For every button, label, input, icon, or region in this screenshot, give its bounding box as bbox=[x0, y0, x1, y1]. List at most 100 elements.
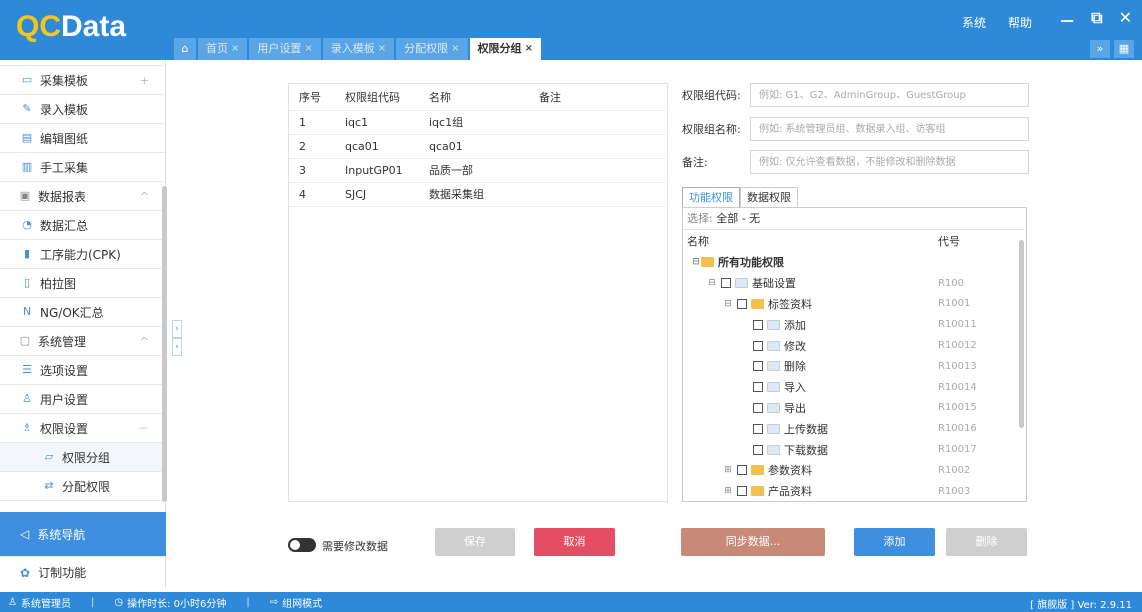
tree-node[interactable]: 导出 R10015 bbox=[683, 398, 1026, 419]
tab-close-icon[interactable]: × bbox=[231, 38, 239, 60]
tree-node-code: R1001 bbox=[938, 298, 971, 310]
permission-tree: ⊟ 所有功能权限 ⊟ 基础设置 R100 ⊟ 标签资料 R1001 添加 R10011 修改 R100… bbox=[683, 252, 1026, 501]
sidebar-item-cpk[interactable]: ▮ 工序能力(CPK) bbox=[0, 240, 165, 269]
tab-permission-group[interactable]: 权限分组 × bbox=[469, 38, 541, 60]
system-nav-button[interactable]: ◁ 系统导航 bbox=[0, 512, 166, 556]
tree-node[interactable]: 修改 R10012 bbox=[683, 335, 1026, 356]
sidebar-group-system[interactable]: ▢ 系统管理 ^ bbox=[0, 327, 165, 356]
users-icon: ♗ bbox=[22, 421, 32, 434]
sidebar-item-pareto[interactable]: ▯ 柏拉图 bbox=[0, 269, 165, 298]
select-none-link[interactable]: - 无 bbox=[742, 212, 760, 225]
file-icon bbox=[767, 382, 780, 393]
tree-node[interactable]: 导入 R10014 bbox=[683, 377, 1026, 398]
expand-icon[interactable]: ⊞ bbox=[723, 486, 733, 496]
tree-checkbox[interactable] bbox=[753, 361, 763, 372]
save-button[interactable]: 保存 bbox=[435, 528, 515, 556]
sidebar-group-reports[interactable]: ▣ 数据报表 ^ bbox=[0, 182, 165, 211]
tab-data-permission[interactable]: 数据权限 bbox=[740, 187, 798, 207]
chevron-down-icon[interactable]: » bbox=[1090, 40, 1110, 58]
tree-node[interactable]: ⊟ 标签资料 R1001 bbox=[683, 294, 1026, 315]
sidebar-scrollbar[interactable] bbox=[162, 186, 167, 502]
tree-node[interactable]: 删除 R10013 bbox=[683, 356, 1026, 377]
tree-node-label: 上传数据 bbox=[784, 422, 828, 436]
tree-node-label: 修改 bbox=[784, 339, 806, 353]
group-code-input[interactable] bbox=[750, 83, 1029, 107]
group-name-input[interactable] bbox=[750, 117, 1029, 141]
col-code[interactable]: 权限组代码 bbox=[335, 84, 419, 111]
tree-node[interactable]: 下载数据 R10017 bbox=[683, 439, 1026, 460]
need-modify-toggle[interactable] bbox=[288, 538, 316, 552]
file-icon bbox=[767, 340, 780, 351]
restore-icon[interactable]: ⧉ bbox=[1091, 8, 1102, 32]
tree-checkbox[interactable] bbox=[721, 278, 731, 289]
home-tab[interactable]: ⌂ bbox=[174, 38, 196, 60]
sidebar-item-collect-template[interactable]: ▭ 采集模板 + bbox=[0, 66, 165, 95]
minimize-icon[interactable]: － bbox=[1059, 8, 1075, 32]
file-icon bbox=[767, 319, 780, 330]
sidebar-item-permission-settings[interactable]: ♗ 权限设置－ bbox=[0, 414, 165, 443]
close-icon[interactable]: ✕ bbox=[1119, 8, 1132, 32]
sidebar-item-assign-permission[interactable]: ⇄ 分配权限 bbox=[0, 472, 165, 501]
sidebar-item-ng-ok-summary[interactable]: N NG/OK汇总 bbox=[0, 298, 165, 327]
sidebar-item-edit-drawing[interactable]: ▤ 编辑图纸 bbox=[0, 124, 165, 153]
note-input[interactable] bbox=[750, 150, 1029, 174]
group-icon: ▱ bbox=[44, 450, 54, 463]
tree-node[interactable]: 上传数据 R10016 bbox=[683, 418, 1026, 439]
collapse-sidebar-icon[interactable]: ‹ bbox=[172, 338, 182, 356]
tree-checkbox[interactable] bbox=[753, 423, 763, 434]
tab-close-icon[interactable]: × bbox=[378, 38, 386, 60]
tree-node[interactable]: ⊞ 参数资料 R1002 bbox=[683, 460, 1026, 481]
tree-checkbox[interactable] bbox=[753, 340, 763, 351]
tree-node[interactable]: 添加 R10011 bbox=[683, 314, 1026, 335]
tab-home[interactable]: 首页 × bbox=[198, 38, 248, 60]
tab-close-icon[interactable]: × bbox=[304, 38, 312, 60]
tree-scrollbar[interactable] bbox=[1019, 240, 1024, 428]
tree-node-code: R10014 bbox=[938, 381, 977, 393]
delete-button[interactable]: 删除 bbox=[946, 528, 1027, 556]
tab-assign-permission[interactable]: 分配权限 × bbox=[396, 38, 468, 60]
tree-checkbox[interactable] bbox=[737, 298, 747, 309]
menu-help[interactable]: 帮助 bbox=[1008, 14, 1032, 31]
sidebar-item-manual-collect[interactable]: ▥ 手工采集 bbox=[0, 153, 165, 182]
tree-node[interactable]: ⊟ 基础设置 R100 bbox=[683, 273, 1026, 294]
tab-user-settings[interactable]: 用户设置 × bbox=[249, 38, 321, 60]
expand-icon[interactable]: ⊞ bbox=[723, 465, 733, 475]
tab-function-permission[interactable]: 功能权限 bbox=[682, 187, 740, 207]
tree-checkbox[interactable] bbox=[737, 465, 747, 476]
tree-checkbox[interactable] bbox=[753, 319, 763, 330]
tree-node[interactable]: ⊟ 所有功能权限 bbox=[683, 252, 1026, 273]
collapse-icon[interactable]: ⊟ bbox=[691, 257, 701, 267]
manual-icon: ▥ bbox=[21, 160, 33, 173]
tree-checkbox[interactable] bbox=[753, 444, 763, 455]
tab-input-template[interactable]: 录入模板 × bbox=[322, 38, 395, 60]
table-row[interactable]: 2 qca01 qca01 bbox=[289, 134, 667, 159]
tab-close-icon[interactable]: × bbox=[525, 38, 533, 60]
sidebar-item-options[interactable]: ☰ 选项设置 bbox=[0, 356, 165, 385]
tab-close-icon[interactable]: × bbox=[451, 38, 459, 60]
table-row[interactable]: 1 iqc1 iqc1组 bbox=[289, 110, 667, 135]
sidebar-item-data-summary[interactable]: ◔ 数据汇总 bbox=[0, 211, 165, 240]
grid-icon[interactable]: ▦ bbox=[1114, 40, 1134, 58]
collapse-icon[interactable]: ⊟ bbox=[707, 278, 717, 288]
tree-checkbox[interactable] bbox=[753, 382, 763, 393]
tree-node[interactable]: ⊞ 产品资料 R1003 bbox=[683, 481, 1026, 501]
table-row[interactable]: 4 SJCJ 数据采集组 bbox=[289, 182, 667, 207]
col-index[interactable]: 序号 bbox=[289, 84, 335, 111]
select-all-link[interactable]: 全部 bbox=[716, 212, 738, 225]
collapse-icon[interactable]: ⊟ bbox=[723, 299, 733, 309]
cancel-button[interactable]: 取消 bbox=[534, 528, 615, 556]
sidebar-item-input-template[interactable]: ✎ 录入模板 bbox=[0, 95, 165, 124]
col-name[interactable]: 名称 bbox=[419, 84, 529, 111]
add-button[interactable]: 添加 bbox=[854, 528, 935, 556]
sidebar-item-user-settings[interactable]: ♙ 用户设置 bbox=[0, 385, 165, 414]
col-note[interactable]: 备注 bbox=[529, 84, 667, 111]
tree-checkbox[interactable] bbox=[753, 402, 763, 413]
tree-checkbox[interactable] bbox=[737, 486, 747, 497]
table-row[interactable]: 3 InputGP01 品质一部 bbox=[289, 158, 667, 183]
expand-sidebar-icon[interactable]: › bbox=[172, 320, 182, 338]
custom-function-button[interactable]: ✿ 订制功能 bbox=[0, 556, 166, 588]
sidebar-item-permission-group[interactable]: ▱ 权限分组 bbox=[0, 443, 165, 472]
status-user: ♙ 系统管理员 bbox=[8, 596, 71, 610]
sync-data-button[interactable]: 同步数据... bbox=[681, 528, 825, 556]
menu-system[interactable]: 系统 bbox=[962, 14, 986, 31]
